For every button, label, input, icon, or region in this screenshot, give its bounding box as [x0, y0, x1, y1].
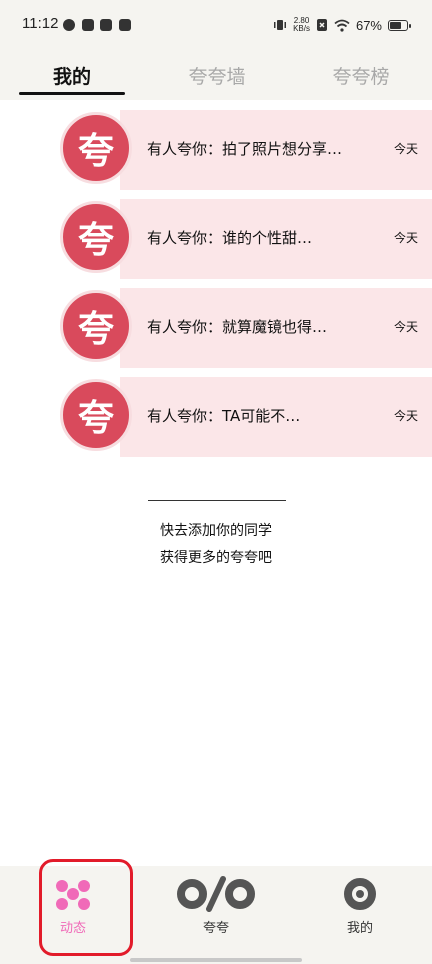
net-speed-unit: KB/s [293, 24, 310, 33]
check-badge-icon [63, 19, 75, 31]
avatar-char: 夸 [77, 131, 114, 172]
avatar-char: 夸 [77, 220, 114, 261]
feed-item[interactable]: 夸 有人夸你：谁的个性甜… 今天 [0, 199, 432, 279]
bottom-nav: 动态 夸夸 我的 [0, 859, 432, 964]
dots-icon [56, 880, 90, 910]
tab-praise-ranking[interactable]: 夸夸榜 [311, 62, 411, 89]
active-tab-indicator [19, 92, 125, 95]
feed-item[interactable]: 夸 有人夸你：TA可能不… 今天 [0, 377, 432, 457]
invite-line-2: 获得更多的夸夸吧 [160, 550, 272, 566]
avatar-char: 夸 [77, 398, 114, 439]
feed-item[interactable]: 夸 有人夸你：就算魔镜也得… 今天 [0, 288, 432, 368]
praise-avatar-icon: 夸 [60, 379, 132, 451]
feed-item-text: 有人夸你：谁的个性甜… [147, 229, 313, 247]
nav-praise-label: 夸夸 [202, 921, 229, 936]
invite-divider [148, 500, 286, 501]
nav-mine-label: 我的 [346, 921, 373, 936]
feed-item-text: 有人夸你：拍了照片想分享… [147, 140, 343, 158]
nav-praise[interactable]: 夸夸 [156, 866, 276, 964]
tab-praise-wall[interactable]: 夸夸墙 [167, 62, 267, 89]
feed-item[interactable]: 夸 有人夸你：拍了照片想分享… 今天 [0, 110, 432, 190]
praise-icon [177, 876, 255, 912]
nav-mine[interactable]: 我的 [300, 866, 420, 964]
play-app-icon [82, 19, 94, 31]
profile-ring-icon [344, 878, 376, 910]
battery-icon [388, 19, 411, 31]
status-indicators: 2.80 KB/s 67% [273, 15, 411, 35]
net-speed: 2.80 KB/s [293, 17, 310, 33]
feed-item-time: 今天 [393, 320, 418, 334]
avatar-char: 夸 [77, 309, 114, 350]
status-bar: 11:12 2.80 KB/s 67% [0, 0, 432, 50]
vibrate-icon [274, 20, 287, 30]
nav-feed-label: 动态 [59, 921, 86, 936]
praise-avatar-icon: 夸 [60, 112, 132, 184]
feed-item-text: 有人夸你：就算魔镜也得… [147, 318, 328, 336]
battery-percent: 67% [355, 17, 382, 33]
feed-item-text: 有人夸你：TA可能不… [147, 407, 301, 425]
wifi-icon [334, 19, 350, 32]
feed-item-time: 今天 [393, 409, 418, 423]
app-notification-icon [100, 19, 112, 31]
sim-icon [316, 19, 327, 31]
invite-line-1: 快去添加你的同学 [160, 523, 272, 539]
feed-item-time: 今天 [393, 142, 418, 156]
message-notification-icon [119, 19, 131, 31]
tab-mine[interactable]: 我的 [22, 62, 122, 89]
nav-feed[interactable]: 动态 [13, 859, 133, 964]
praise-avatar-icon: 夸 [60, 290, 132, 362]
home-indicator [130, 958, 302, 962]
praise-avatar-icon: 夸 [60, 201, 132, 273]
status-time: 11:12 [22, 15, 59, 32]
feed-item-time: 今天 [393, 231, 418, 245]
